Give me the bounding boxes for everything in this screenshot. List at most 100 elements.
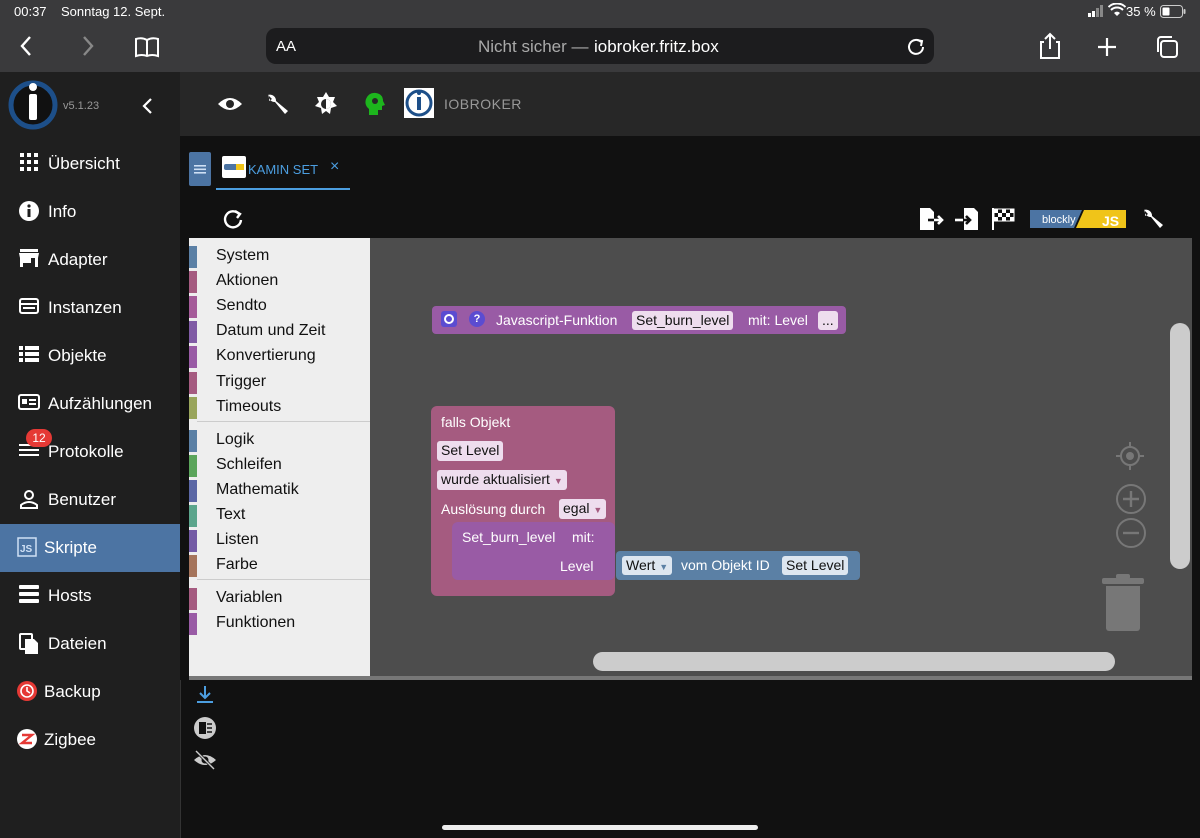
nav-label: Benutzer [48, 490, 117, 509]
gear-icon[interactable] [441, 311, 457, 327]
function-name-field[interactable]: Set_burn_level [632, 311, 734, 330]
sidebar: v5.1.23 Übersicht Info Adapter Instanzen… [0, 72, 180, 838]
toolbox-category[interactable]: Sendto [189, 294, 370, 319]
category-color-bar [189, 588, 197, 611]
category-label: Trigger [216, 372, 267, 390]
nav-label: Übersicht [48, 154, 120, 173]
blockly-js-toggle[interactable]: blockly JS [1026, 206, 1128, 232]
brightness-icon[interactable] [312, 90, 340, 118]
horizontal-scrollbar[interactable] [593, 652, 1115, 671]
zoom-out-icon[interactable] [1115, 517, 1147, 549]
svg-text:JS: JS [20, 544, 33, 555]
nav-item-skripte[interactable]: JS Skripte [0, 524, 180, 572]
eye-icon[interactable] [216, 90, 244, 118]
tab-kamin-set[interactable]: KAMIN SET × [216, 150, 350, 190]
toolbox-category[interactable]: Timeouts [189, 395, 370, 420]
ios-status-bar: 00:37 Sonntag 12. Sept. 35 % [0, 0, 1200, 24]
back-icon[interactable] [14, 35, 38, 62]
new-tab-icon[interactable] [1096, 36, 1118, 58]
toolbox-separator [197, 420, 370, 422]
nav-item-objekte[interactable]: Objekte [0, 332, 180, 380]
apps-icon [18, 153, 40, 175]
nav-item-info[interactable]: Info [0, 188, 180, 236]
trigger-block[interactable]: falls Objekt Set Level wurde aktualisier… [431, 406, 615, 596]
vertical-scrollbar[interactable] [1170, 323, 1190, 569]
forward-icon[interactable] [76, 35, 100, 62]
hide-icon[interactable] [193, 749, 217, 771]
object-value-block[interactable]: Wert ▼ vom Objekt ID Set Level [616, 551, 860, 580]
text-size-button[interactable]: AA [276, 38, 296, 55]
toolbox-category[interactable]: Farbe [189, 553, 370, 578]
value-object-field[interactable]: Set Level [782, 556, 849, 575]
battery-icon [1160, 5, 1186, 18]
svg-text:blockly: blockly [1042, 214, 1076, 226]
category-label: System [216, 247, 270, 264]
zoom-in-icon[interactable] [1115, 483, 1147, 515]
center-workspace-icon[interactable] [1115, 441, 1145, 471]
nav-item-backup[interactable]: Backup [0, 668, 180, 716]
cellular-signal-icon [1088, 5, 1104, 17]
collapse-sidebar-icon[interactable] [140, 96, 156, 116]
category-label: Mathematik [216, 480, 299, 498]
category-label: Timeouts [216, 397, 282, 415]
category-label: Variablen [216, 589, 283, 607]
import-icon[interactable] [954, 206, 980, 232]
nav-item-hosts[interactable]: Hosts [0, 572, 180, 620]
scripts-list-toggle[interactable] [189, 152, 211, 186]
bookmarks-icon[interactable] [133, 35, 161, 59]
trigger-source-dropdown[interactable]: egal ▼ [559, 499, 607, 519]
download-icon[interactable] [194, 684, 216, 704]
expert-mode-icon[interactable] [360, 90, 388, 118]
function-call-block[interactable]: Set_burn_level mit: Level [452, 522, 615, 580]
checkered-flag-icon[interactable] [990, 206, 1016, 232]
category-color-bar [189, 429, 197, 452]
toolbox-category[interactable]: Text [189, 503, 370, 528]
trigger-condition-dropdown[interactable]: wurde aktualisiert ▼ [437, 470, 567, 490]
toolbox-category[interactable]: System [189, 244, 370, 269]
nav-item-instanzen[interactable]: Instanzen [0, 284, 180, 332]
nav-item-aufzaehlungen[interactable]: Aufzählungen [0, 380, 180, 428]
tabs-overview-icon[interactable] [1154, 34, 1180, 60]
toolbox-category[interactable]: Listen [189, 528, 370, 553]
toolbox-category[interactable]: Mathematik [189, 478, 370, 503]
tab-label: KAMIN SET [248, 162, 319, 177]
toolbox-category[interactable]: Datum und Zeit [189, 319, 370, 344]
share-icon[interactable] [1038, 32, 1062, 60]
tab-close-icon[interactable]: × [330, 158, 339, 176]
trash-icon[interactable] [1100, 574, 1146, 632]
settings-wrench-icon[interactable] [1140, 206, 1164, 232]
function-definition-block[interactable]: ? Javascript-Funktion Set_burn_level mit… [432, 306, 846, 334]
category-label: Schleifen [216, 455, 282, 473]
nav-item-protokolle[interactable]: Protokolle 12 [0, 428, 180, 476]
toolbox-category[interactable]: Funktionen [189, 611, 370, 636]
help-icon[interactable]: ? [469, 311, 485, 327]
function-more-field[interactable]: ... [818, 311, 838, 330]
toolbox-category[interactable]: Variablen [189, 586, 370, 611]
url-insecure-label: Nicht sicher — [478, 37, 589, 56]
nav-item-adapter[interactable]: Adapter [0, 236, 180, 284]
nav-item-zigbee[interactable]: Zigbee [0, 716, 180, 764]
toolbox-category[interactable]: Aktionen [189, 269, 370, 294]
call-with-label: mit: [572, 529, 595, 545]
toolbox-category[interactable]: Logik [189, 428, 370, 453]
toolbox-category[interactable]: Trigger [189, 370, 370, 395]
blockly-workspace[interactable]: ? Javascript-Funktion Set_burn_level mit… [370, 238, 1192, 676]
splitter[interactable] [189, 676, 1192, 680]
wrench-icon[interactable] [262, 90, 290, 118]
address-bar[interactable]: AA Nicht sicher — iobroker.fritz.box [266, 28, 934, 64]
toolbox-category[interactable]: Konvertierung [189, 344, 370, 369]
nav-item-uebersicht[interactable]: Übersicht [0, 140, 180, 188]
reload-icon[interactable] [906, 36, 926, 56]
nav-item-dateien[interactable]: Dateien [0, 620, 180, 668]
log-count-badge: 12 [26, 429, 52, 447]
dropdown-arrow-icon: ▼ [553, 476, 563, 486]
user-icon [18, 489, 40, 511]
export-icon[interactable] [918, 206, 944, 232]
value-type-dropdown[interactable]: Wert ▼ [622, 556, 673, 575]
nav-item-benutzer[interactable]: Benutzer [0, 476, 180, 524]
log-panel-icon[interactable] [193, 716, 217, 740]
trigger-object-field[interactable]: Set Level [437, 441, 504, 461]
svg-text:JS: JS [1102, 213, 1119, 229]
toolbox-category[interactable]: Schleifen [189, 453, 370, 478]
refresh-icon[interactable] [222, 208, 244, 230]
